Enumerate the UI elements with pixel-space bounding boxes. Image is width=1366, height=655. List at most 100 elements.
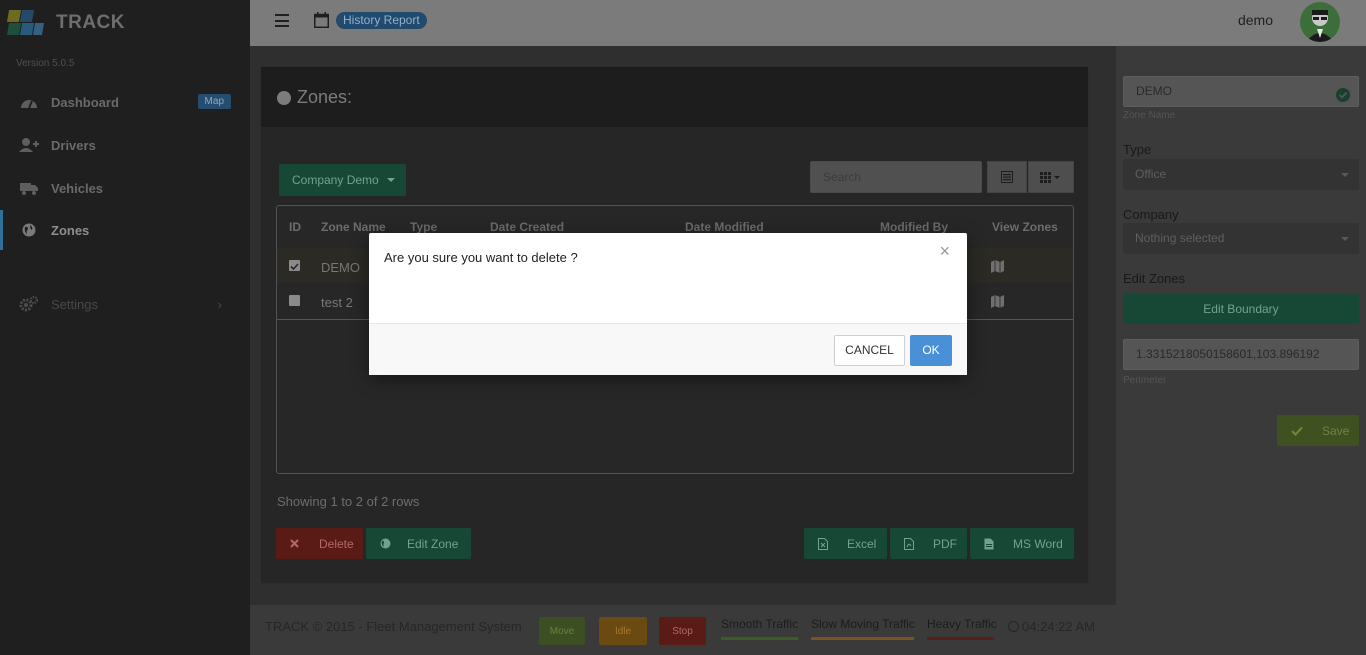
dashboard-icon (19, 94, 39, 110)
type-label: Type (1123, 142, 1152, 157)
company-label: Company (1123, 207, 1179, 222)
row-checkbox[interactable] (289, 295, 300, 306)
page-title-text: Zones: (297, 87, 353, 107)
truck-icon (19, 180, 39, 196)
company-select[interactable]: Nothing selected (1123, 223, 1359, 254)
map-badge[interactable]: Map (197, 94, 231, 109)
legend-heavy-traffic: Heavy Traffic (927, 617, 997, 640)
smooth-traffic-label: Smooth Traffic (721, 617, 799, 631)
sidebar-item-settings[interactable]: Settings › (0, 284, 250, 324)
column-header-zone-name[interactable]: Zone Name (321, 220, 386, 234)
type-select-value: Office (1135, 167, 1167, 181)
legend-move: Move (539, 617, 585, 645)
sidebar-item-label: Vehicles (51, 180, 104, 196)
file-pdf-icon (903, 537, 915, 550)
file-excel-icon (817, 537, 829, 550)
dialog-footer: CANCEL OK (369, 323, 967, 375)
search-input[interactable]: Search (810, 161, 982, 193)
zone-name-cell: DEMO (321, 260, 360, 275)
check-icon (1291, 426, 1303, 436)
map-icon[interactable] (991, 260, 1004, 273)
zone-name-help: Zone Name (1123, 110, 1176, 121)
sidebar-item-vehicles[interactable]: Vehicles (0, 168, 250, 208)
app-logo[interactable]: TRACK (6, 8, 125, 38)
app-version: Version 5.0.5 (16, 58, 75, 69)
clock-icon (1008, 621, 1019, 632)
sidebar-item-zones[interactable]: Zones (0, 210, 250, 250)
history-report-link[interactable]: History Report (336, 12, 427, 29)
sidebar-item-label: Drivers (51, 137, 96, 153)
footer: TRACK © 2015 - Fleet Management System M… (250, 605, 1116, 655)
file-word-icon (983, 538, 995, 550)
export-pdf-label: PDF (933, 536, 957, 551)
columns-dropdown-button[interactable] (1028, 161, 1074, 193)
check-circle-icon (1336, 84, 1350, 106)
toggle-view-button[interactable] (987, 161, 1027, 193)
export-pdf-button[interactable]: PDF (890, 528, 967, 559)
caret-down-icon (386, 178, 395, 182)
map-icon[interactable] (991, 295, 1004, 308)
edit-zone-button-label: Edit Zone (407, 536, 459, 551)
user-plus-icon (19, 137, 39, 153)
clock-time: 04:24:22 AM (1022, 619, 1095, 634)
column-header-modified-by[interactable]: Modified By (880, 220, 948, 234)
top-bar: History Report demo (250, 0, 1366, 46)
globe-icon (379, 538, 391, 550)
perimeter-help: Perimeter (1123, 375, 1167, 386)
export-excel-button[interactable]: Excel (804, 528, 887, 559)
heavy-traffic-label: Heavy Traffic (927, 617, 997, 631)
slow-traffic-bar (811, 637, 914, 640)
column-header-type[interactable]: Type (410, 220, 437, 234)
delete-button[interactable]: Delete (276, 528, 363, 559)
page-title: Zones: (277, 87, 352, 108)
copyright-text: TRACK © 2015 - Fleet Management System (265, 619, 522, 634)
zone-name-value: DEMO (1136, 84, 1172, 98)
sidebar-item-label: Settings (51, 296, 98, 312)
clock: 04:24:22 AM (1008, 619, 1095, 634)
zone-name-field[interactable]: DEMO (1123, 76, 1359, 107)
gears-icon (19, 296, 39, 312)
edit-zone-button[interactable]: Edit Zone (366, 528, 471, 559)
company-filter-dropdown[interactable]: Company Demo (279, 164, 406, 196)
calendar-icon[interactable] (314, 12, 329, 28)
company-filter-label: Company Demo (292, 173, 379, 187)
smooth-traffic-bar (721, 637, 798, 640)
export-msword-button[interactable]: MS Word (970, 528, 1074, 559)
delete-button-label: Delete (319, 536, 354, 551)
ok-button[interactable]: OK (910, 335, 952, 366)
sidebar-item-drivers[interactable]: Drivers (0, 125, 250, 165)
logo-mark-icon (6, 8, 48, 38)
save-button[interactable]: Save (1277, 415, 1359, 446)
legend-stop: Stop (659, 617, 706, 645)
chevron-right-icon: › (217, 296, 222, 312)
app-name: TRACK (56, 12, 125, 33)
avatar[interactable] (1300, 2, 1340, 42)
slow-traffic-label: Slow Moving Traffic (811, 617, 915, 631)
edit-boundary-button[interactable]: Edit Boundary (1123, 294, 1359, 324)
legend-idle: Idle (599, 617, 647, 645)
type-select[interactable]: Office (1123, 159, 1359, 190)
export-msword-label: MS Word (1013, 536, 1063, 551)
dialog-message: Are you sure you want to delete ? (384, 250, 578, 265)
sidebar-item-dashboard[interactable]: Dashboard Map (0, 82, 250, 122)
sidebar: TRACK Version 5.0.5 Dashboard Map Driver… (0, 0, 250, 655)
save-button-label: Save (1322, 423, 1350, 438)
close-icon[interactable]: × (939, 242, 950, 260)
caret-down-icon (1341, 237, 1349, 241)
column-header-id[interactable]: ID (289, 220, 301, 234)
cancel-button[interactable]: CANCEL (834, 335, 905, 366)
globe-icon (19, 222, 39, 238)
row-checkbox-checked[interactable] (289, 260, 300, 271)
sidebar-item-label: Zones (51, 222, 90, 238)
legend-smooth-traffic: Smooth Traffic (721, 617, 799, 640)
heavy-traffic-bar (927, 637, 994, 640)
pagination-info: Showing 1 to 2 of 2 rows (277, 494, 420, 509)
column-header-view-zones[interactable]: View Zones (992, 220, 1058, 234)
column-header-date-created[interactable]: Date Created (490, 220, 564, 234)
user-name[interactable]: demo (1238, 12, 1273, 28)
perimeter-field[interactable]: 1.3315218050158601,103.896192 (1123, 339, 1359, 370)
hamburger-menu-icon[interactable] (275, 14, 289, 27)
legend-slow-traffic: Slow Moving Traffic (811, 617, 915, 640)
column-header-date-modified[interactable]: Date Modified (685, 220, 764, 234)
globe-icon (277, 90, 291, 105)
